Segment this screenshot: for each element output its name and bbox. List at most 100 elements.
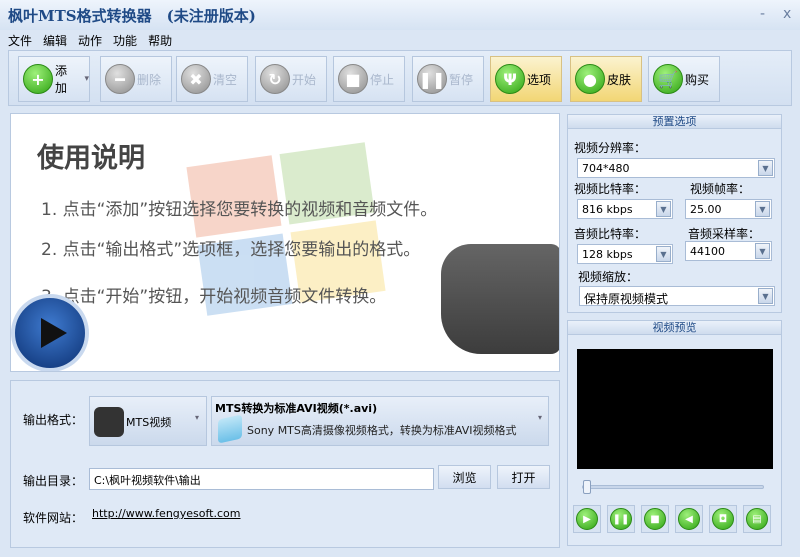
sample-rate-value: 44100 [690, 245, 725, 258]
title-bar: 枫叶MTS格式转换器 (未注册版本) - x [0, 0, 800, 30]
snapshot-icon: ◘ [712, 508, 734, 530]
output-panel: 输出格式： MTS视频 ▾ MTS转换为标准AVI视频(*.avi) Sony … [10, 380, 560, 548]
toolbar-label: 停止 [370, 72, 395, 87]
output-format-dropdown[interactable]: MTS视频 ▾ [89, 396, 207, 446]
toolbar-button-pause[interactable]: ❚❚ 暂停 [412, 56, 484, 102]
camcorder-image [441, 244, 559, 354]
open-button[interactable]: 打开 [497, 465, 550, 489]
resolution-value: 704*480 [582, 162, 630, 175]
plus-icon: + [23, 64, 53, 94]
seek-slider[interactable] [582, 480, 764, 494]
instructions-panel: 使用说明 1. 点击“添加”按钮选择您要转换的视频和音频文件。 2. 点击“输出… [10, 113, 560, 372]
options-icon: Ψ [495, 64, 525, 94]
chevron-down-icon: ▾ [538, 413, 543, 422]
toolbar-label: 暂停 [449, 72, 474, 87]
pause-icon: ❚❚ [610, 508, 632, 530]
chevron-down-icon: ▼ [755, 201, 770, 217]
audio-bitrate-value: 128 kbps [582, 248, 633, 261]
scale-value: 保持原视频模式 [584, 292, 669, 306]
output-profile-dropdown[interactable]: MTS转换为标准AVI视频(*.avi) Sony MTS高清摄像视频格式，转换… [211, 396, 549, 446]
guide-title: 使用说明 [37, 143, 145, 174]
toolbar-label: 皮肤 [607, 72, 632, 87]
minimize-button[interactable]: - [760, 6, 765, 22]
website-link[interactable]: http://www.fengyesoft.com [92, 507, 241, 520]
toolbar-button-stop[interactable]: ■ 停止 [333, 56, 405, 102]
fps-select[interactable]: 25.00 ▼ [685, 199, 772, 219]
scale-select[interactable]: 保持原视频模式 ▼ [579, 286, 775, 306]
guide-step-3: 3. 点击“开始”按钮，开始视频音频文件转换。 [41, 287, 387, 307]
menu-bar: 文件 编辑 动作 功能 帮助 [8, 32, 172, 49]
skin-icon: ● [575, 64, 605, 94]
menu-action[interactable]: 动作 [78, 32, 102, 49]
preview-header: 视频预览 [568, 321, 781, 335]
folder-icon: ▤ [746, 508, 768, 530]
output-format-label: 输出格式： [23, 413, 84, 427]
pause-button[interactable]: ❚❚ [607, 505, 635, 533]
chevron-down-icon: ▼ [755, 243, 770, 259]
chevron-down-icon: ▾ [195, 413, 200, 422]
cart-icon: 🛒 [653, 64, 683, 94]
sample-rate-select[interactable]: 44100 ▼ [685, 241, 772, 261]
toolbar-label: 清空 [213, 72, 238, 87]
video-bitrate-value: 816 kbps [582, 203, 633, 216]
website-label: 软件网站： [23, 511, 84, 525]
toolbar-label: 购买 [685, 72, 710, 87]
menu-edit[interactable]: 编辑 [43, 32, 67, 49]
folder-button[interactable]: ▤ [743, 505, 771, 533]
browse-button[interactable]: 浏览 [438, 465, 491, 489]
play-button[interactable]: ▶ [573, 505, 601, 533]
guide-step-2: 2. 点击“输出格式”选项框，选择您要输出的格式。 [41, 240, 421, 260]
toolbar-button-options[interactable]: Ψ 选项 [490, 56, 562, 102]
scale-label: 视频缩放： [578, 270, 639, 284]
profile-title: MTS转换为标准AVI视频(*.avi) [215, 402, 378, 415]
toolbar-label: 选项 [527, 72, 552, 87]
toolbar-button-start[interactable]: ↻ 开始 [255, 56, 327, 102]
seek-handle[interactable] [583, 480, 591, 494]
menu-file[interactable]: 文件 [8, 32, 32, 49]
toolbar-label: 添加 [55, 64, 68, 95]
stop-button[interactable]: ■ [641, 505, 669, 533]
file-icon [218, 414, 242, 444]
resolution-label: 视频分辨率： [574, 141, 647, 155]
guide-step-1: 1. 点击“添加”按钮选择您要转换的视频和音频文件。 [41, 200, 438, 220]
profile-description: Sony MTS高清摄像视频格式，转换为标准AVI视频格式 [247, 424, 517, 437]
toolbar-button-plus[interactable]: + 添加 ▾ [18, 56, 90, 102]
audio-bitrate-select[interactable]: 128 kbps ▼ [577, 244, 673, 264]
volume-button[interactable]: ◀ [675, 505, 703, 533]
clear-icon: ✖ [181, 64, 211, 94]
toolbar-label: 删除 [137, 72, 162, 87]
format-value: MTS视频 [126, 416, 172, 429]
play-icon: ▶ [576, 508, 598, 530]
output-dir-label: 输出目录： [23, 474, 84, 488]
chevron-down-icon: ▼ [656, 201, 671, 217]
snapshot-button[interactable]: ◘ [709, 505, 737, 533]
video-bitrate-label: 视频比特率： [574, 182, 647, 196]
stop-icon: ■ [338, 64, 368, 94]
play-logo-icon [11, 294, 89, 371]
preset-header: 预置选项 [568, 115, 781, 129]
fps-label: 视频帧率： [690, 182, 751, 196]
window-title: 枫叶MTS格式转换器 (未注册版本) [8, 7, 256, 25]
video-bitrate-select[interactable]: 816 kbps ▼ [577, 199, 673, 219]
stop-icon: ■ [644, 508, 666, 530]
toolbar-button-clear[interactable]: ✖ 清空 [176, 56, 248, 102]
minus-icon: ━ [105, 64, 135, 94]
toolbar: + 添加 ▾ ━ 删除 ✖ 清空 ↻ 开始 ■ 停止 ❚❚ 暂停 Ψ 选项 ● 皮肤 🛒 购买 [8, 50, 792, 106]
menu-function[interactable]: 功能 [113, 32, 137, 49]
audio-bitrate-label: 音频比特率： [574, 227, 647, 241]
pause-icon: ❚❚ [417, 64, 447, 94]
chevron-down-icon: ▼ [656, 246, 671, 262]
resolution-select[interactable]: 704*480 ▼ [577, 158, 775, 178]
close-button[interactable]: x [783, 6, 791, 22]
toolbar-button-cart[interactable]: 🛒 购买 [648, 56, 720, 102]
menu-help[interactable]: 帮助 [148, 32, 172, 49]
chevron-down-icon: ▼ [758, 288, 773, 304]
output-dir-input[interactable]: C:\枫叶视频软件\输出 [89, 468, 434, 490]
sample-rate-label: 音频采样率： [688, 227, 761, 241]
video-preview [577, 349, 773, 469]
toolbar-button-skin[interactable]: ● 皮肤 [570, 56, 642, 102]
preset-panel: 预置选项 视频分辨率： 704*480 ▼ 视频比特率： 视频帧率： 816 kb… [567, 114, 782, 313]
chevron-down-icon[interactable]: ▾ [84, 74, 89, 84]
toolbar-button-minus[interactable]: ━ 删除 [100, 56, 172, 102]
fps-value: 25.00 [690, 203, 722, 216]
